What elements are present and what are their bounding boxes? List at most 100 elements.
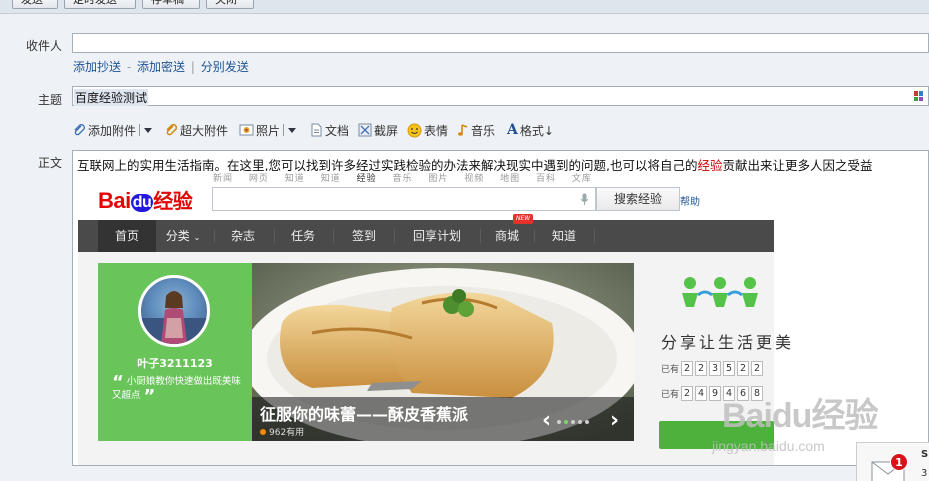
nav-category: 分类 ⌄ bbox=[158, 220, 208, 252]
format-grid-icon[interactable] bbox=[914, 91, 924, 101]
large-attach-label: 超大附件 bbox=[180, 123, 229, 138]
attach-label: 添加附件 bbox=[88, 123, 137, 138]
screenshot-label: 截屏 bbox=[374, 123, 399, 138]
avatar bbox=[138, 275, 210, 347]
separate-send-link[interactable]: 分别发送 bbox=[201, 60, 249, 74]
link-separator-pipe: | bbox=[190, 60, 195, 74]
avatar-photo bbox=[141, 291, 207, 344]
counter-label: 已有 bbox=[661, 390, 680, 400]
counter-label: 已有 bbox=[661, 365, 680, 375]
next-arrow-icon: › bbox=[610, 408, 620, 433]
close-button[interactable]: 关闭 bbox=[206, 0, 254, 9]
banner-useful: 962有用 bbox=[260, 425, 304, 438]
subject-label: 主题 bbox=[37, 93, 62, 107]
save-draft-button[interactable]: 存草稿 bbox=[142, 0, 200, 9]
nav-divider bbox=[480, 229, 481, 243]
top-link: 网页 bbox=[248, 174, 269, 184]
embedded-search-button: 搜索经验 bbox=[596, 187, 680, 211]
screenshot-tool[interactable]: 截屏 bbox=[358, 121, 398, 139]
microphone-icon bbox=[580, 193, 589, 205]
subject-input[interactable]: 百度经验测试 bbox=[72, 86, 929, 106]
watermark-text: Baidu经验 bbox=[722, 397, 878, 435]
banner-title: 征服你的味蕾——酥皮香蕉派 bbox=[260, 405, 469, 424]
embedded-screenshot: 新闻 网页 知道 知道 经验 音乐 图片 视频 地图 百科 文库 Bai du 经验… bbox=[78, 171, 791, 465]
carousel-dot bbox=[585, 420, 589, 424]
counter-digit: 2 bbox=[751, 361, 764, 376]
scheduled-send-button[interactable]: 定时发送 bbox=[64, 0, 136, 9]
large-attach-tool[interactable]: 超大附件 bbox=[164, 121, 228, 139]
embedded-search-input bbox=[212, 187, 596, 211]
profile-quote: “ 小厨娘教你快速做出既美味又超点 ” bbox=[112, 374, 242, 406]
nav-checkin: 签到 bbox=[351, 229, 376, 243]
top-link-list: 新闻 网页 知道 知道 经验 音乐 图片 视频 地图 百科 文库 bbox=[213, 171, 604, 184]
music-tool[interactable]: 音乐 bbox=[457, 121, 495, 139]
format-label: 格式↓ bbox=[519, 123, 554, 138]
nav-divider bbox=[594, 229, 595, 243]
smiley-icon bbox=[407, 123, 422, 137]
notification-count-badge: 1 bbox=[890, 453, 908, 471]
photo-label: 照片 bbox=[256, 123, 281, 138]
chevron-down-icon: ⌄ bbox=[193, 233, 201, 242]
top-link: 知道 bbox=[320, 174, 341, 184]
carousel-dot bbox=[557, 420, 561, 424]
divider bbox=[139, 124, 141, 136]
embedded-navbar: 首页 分类 ⌄ 杂志 任务 签到 回享计划 商城 NEW 知道 bbox=[78, 214, 774, 252]
close-quote-icon: ” bbox=[143, 386, 156, 407]
embedded-help-link: 帮助 bbox=[680, 197, 700, 208]
counter-digit: 2 bbox=[681, 386, 694, 401]
nav-share-plan: 回享计划 bbox=[412, 229, 461, 243]
recipient-input[interactable] bbox=[72, 33, 929, 53]
music-note-icon bbox=[458, 124, 468, 136]
top-link: 知道 bbox=[284, 174, 305, 184]
logo-jingyan: 经验 bbox=[153, 191, 193, 213]
nav-task: 任务 bbox=[290, 229, 315, 243]
new-badge: NEW bbox=[513, 214, 534, 224]
top-link: 新闻 bbox=[213, 174, 234, 184]
profile-username: 叶子3211123 bbox=[137, 357, 213, 370]
top-link: 音乐 bbox=[392, 174, 413, 184]
compose-toolbar: 发送 定时发送 存草稿 关闭 bbox=[0, 0, 929, 14]
top-link: 地图 bbox=[500, 174, 521, 184]
logo-bai: Bai bbox=[98, 188, 131, 213]
paperclip-icon bbox=[74, 124, 85, 136]
format-a-icon: A bbox=[507, 122, 518, 138]
emoji-label: 表情 bbox=[424, 123, 449, 138]
carousel-dot-active bbox=[564, 420, 568, 424]
banner-useful-text: 962有用 bbox=[269, 428, 305, 438]
format-tool[interactable]: A 格式↓ bbox=[507, 121, 554, 139]
send-button[interactable]: 发送 bbox=[12, 0, 58, 9]
photo-icon bbox=[239, 124, 254, 136]
photo-dropdown-icon[interactable] bbox=[288, 127, 297, 133]
watermark-url: jingyan.baidu.com bbox=[712, 438, 825, 454]
doc-tool[interactable]: 文档 bbox=[310, 121, 349, 139]
counter-row-1: 已有 2 2 3 5 2 2 bbox=[661, 361, 764, 376]
attach-dropdown-icon[interactable] bbox=[144, 127, 153, 133]
music-label: 音乐 bbox=[471, 123, 496, 138]
nav-divider bbox=[333, 229, 334, 243]
useful-dot-icon bbox=[260, 428, 266, 435]
photo-tool[interactable]: 照片 bbox=[239, 121, 297, 139]
attach-tool[interactable]: 添加附件 bbox=[72, 121, 153, 139]
body-label: 正文 bbox=[37, 156, 62, 170]
notification-side-letter: S bbox=[921, 449, 929, 460]
emoji-tool[interactable]: 表情 bbox=[407, 121, 448, 139]
share-people-icon bbox=[682, 277, 758, 307]
counter-digit: 9 bbox=[709, 386, 722, 401]
top-link: 经验 bbox=[356, 174, 377, 184]
top-link: 文库 bbox=[571, 174, 592, 184]
add-cc-link[interactable]: 添加抄送 bbox=[73, 60, 121, 74]
nav-divider bbox=[534, 229, 535, 243]
doc-label: 文档 bbox=[325, 123, 350, 138]
top-link: 图片 bbox=[428, 174, 449, 184]
top-link: 视频 bbox=[464, 174, 485, 184]
large-attach-icon bbox=[166, 123, 178, 136]
link-separator-dash: - bbox=[126, 60, 132, 74]
counter-digit: 4 bbox=[695, 386, 708, 401]
nav-magazine: 杂志 bbox=[230, 229, 255, 243]
nav-divider bbox=[274, 229, 275, 243]
notification-side-number: 3 bbox=[921, 468, 928, 479]
prev-arrow-icon: ‹ bbox=[542, 408, 552, 433]
add-bcc-link[interactable]: 添加密送 bbox=[137, 60, 185, 74]
banner-slide: 征服你的味蕾——酥皮香蕉派 962有用 ‹ › bbox=[252, 263, 634, 441]
counter-digit: 2 bbox=[737, 361, 750, 376]
